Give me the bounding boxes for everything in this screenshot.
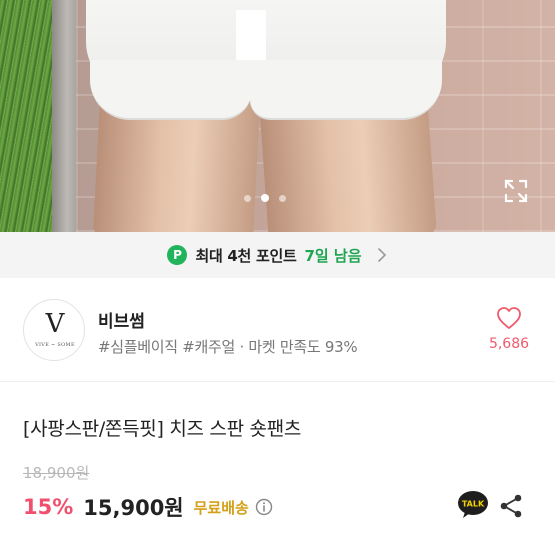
gallery-dot[interactable] (279, 194, 286, 202)
talk-label: TALK (462, 500, 485, 509)
shop-info: V VIVE ~ SOME 비브썸 #심플베이직 #캐주얼 · 마켓 만족도 9… (0, 278, 555, 382)
photo-shorts-hem-right (250, 60, 442, 120)
shop-logo-subtext: VIVE ~ SOME (35, 342, 75, 348)
product-title: [사팡스판/쫀득핏] 치즈 스판 숏팬츠 (23, 418, 302, 440)
chevron-right-icon (377, 248, 386, 262)
product-photo[interactable] (0, 0, 555, 232)
gallery-pagination (244, 194, 286, 202)
free-shipping-label: 무료배송 (193, 498, 249, 517)
photo-shorts-hem-left (90, 60, 252, 120)
shop-logo[interactable]: V VIVE ~ SOME (23, 299, 85, 361)
like-count: 5,686 (488, 336, 530, 352)
original-price: 18,900원 (23, 464, 90, 482)
price-row: 15% 15,900원 무료배송 (23, 491, 273, 523)
shop-tags: #심플베이직 #캐주얼 · 마켓 만족도 93% (98, 338, 358, 356)
info-icon[interactable] (255, 498, 273, 516)
sale-price: 15,900원 (83, 496, 184, 520)
heart-icon (497, 307, 521, 329)
like-button[interactable]: 5,686 (480, 306, 538, 352)
talk-icon[interactable]: TALK (457, 490, 489, 520)
points-banner[interactable]: P 최대 4천 포인트 7일 남음 (0, 232, 555, 278)
gallery-dot-active[interactable] (261, 194, 269, 202)
discount-rate: 15% (23, 495, 74, 519)
gallery-dot[interactable] (244, 194, 251, 202)
expand-icon[interactable] (503, 178, 529, 204)
shop-logo-letter: V (45, 309, 65, 339)
points-banner-days: 7일 남음 (304, 246, 362, 265)
shop-name[interactable]: 비브썸 (98, 307, 145, 332)
points-banner-text: 최대 4천 포인트 (195, 246, 297, 265)
share-icon[interactable] (499, 493, 523, 519)
points-badge-icon: P (167, 245, 188, 265)
